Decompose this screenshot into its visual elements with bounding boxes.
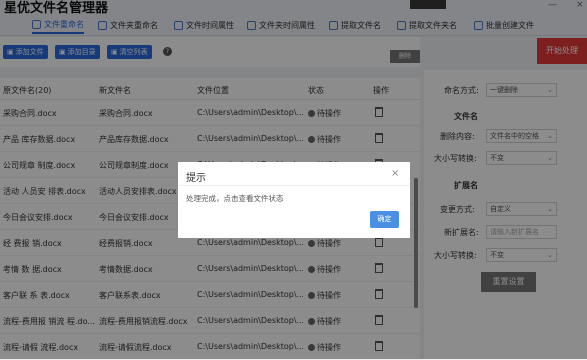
alert-dialog: 提示 × 处理完成，点击查看文件状态 确定 xyxy=(178,162,410,238)
ok-button[interactable]: 确定 xyxy=(370,211,399,228)
close-icon[interactable]: × xyxy=(391,168,399,179)
dialog-title: 提示 xyxy=(186,173,206,184)
dialog-message: 处理完成，点击查看文件状态 xyxy=(186,194,284,203)
dialog-divider xyxy=(178,185,410,186)
